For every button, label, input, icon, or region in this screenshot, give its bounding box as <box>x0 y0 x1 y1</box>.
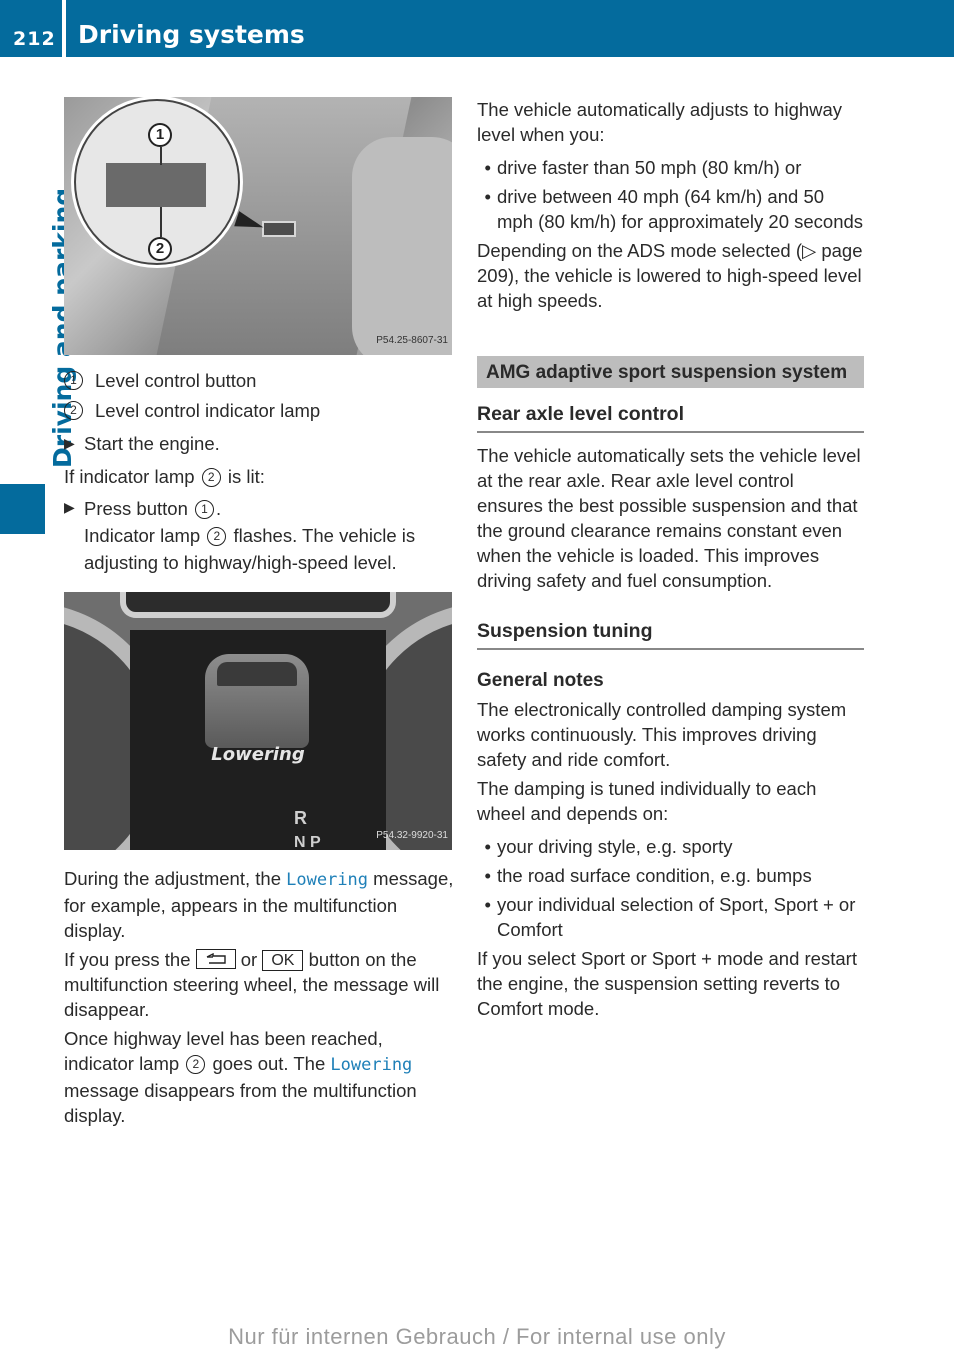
console-figure: 1 2 P54.25-8607-31 <box>64 97 452 355</box>
list-item-text: the road surface condition, e.g. bumps <box>497 865 812 886</box>
condition-text: If indicator lamp 2 is lit: <box>64 464 454 489</box>
list-item: • the road surface condition, e.g. bumps <box>477 863 864 888</box>
number-circle-icon: 1 <box>64 370 83 390</box>
ok-key: OK <box>262 950 304 971</box>
back-key-icon <box>195 949 236 969</box>
side-tab: Driving and parking <box>0 188 77 470</box>
bullet-icon: • <box>484 186 491 207</box>
display-message: Lowering <box>211 744 305 765</box>
section-title: Driving systems <box>78 20 305 49</box>
list-item-text: your driving style, e.g. sporty <box>497 836 733 857</box>
page-header: 212 Driving systems <box>0 0 954 57</box>
subsection-heading: Suspension tuning <box>477 619 864 650</box>
top-bezel <box>120 592 396 618</box>
instruction-step: ▶ Start the engine. <box>64 431 454 456</box>
paragraph: The electronically controlled damping sy… <box>477 699 847 770</box>
paragraph: The vehicle automatically sets the vehic… <box>477 445 861 591</box>
paragraph: The damping is tuned individually to eac… <box>477 778 817 824</box>
text: message disappears from the multifunctio… <box>64 1080 417 1126</box>
list-item: • your individual selection of Sport, Sp… <box>477 892 864 942</box>
number-circle-icon: 2 <box>64 400 83 420</box>
step-content: Press button 1. Indicator lamp 2 flashes… <box>84 495 454 576</box>
list-item: • drive between 40 mph (64 km/h) and 50 … <box>477 184 864 234</box>
list-item: • your driving style, e.g. sporty <box>477 834 864 859</box>
callout-2: 2 <box>148 237 172 261</box>
step-text: Press button <box>84 498 188 519</box>
gear-indicator-np: N P <box>294 834 321 850</box>
damping-factors-list: • your driving style, e.g. sporty • the … <box>477 834 864 942</box>
paragraph: If you select Sport or Sport + mode and … <box>477 948 857 1019</box>
figure-code: P54.25-8607-31 <box>376 335 448 346</box>
number-circle-icon: 2 <box>186 1055 206 1074</box>
result-text: Indicator lamp <box>84 525 201 546</box>
page-number: 212 <box>13 28 56 50</box>
step-punct: . <box>216 498 222 519</box>
bullet-icon: • <box>484 865 491 886</box>
step-arrow-icon: ▶ <box>64 435 75 451</box>
step-text: Start the engine. <box>84 433 220 454</box>
legend-item: 1 Level control button <box>64 365 454 395</box>
callout-1: 1 <box>148 123 172 147</box>
display-message-ref: Lowering <box>330 1055 413 1075</box>
right-column: The vehicle automatically adjusts to hig… <box>477 97 864 1021</box>
condition-before: If indicator lamp <box>64 466 195 487</box>
text: goes out. The <box>212 1053 326 1074</box>
section-heading: AMG adaptive sport suspension system <box>477 356 864 388</box>
legend-text: Level control button <box>95 369 257 391</box>
list-item: • drive faster than 50 mph (80 km/h) or <box>477 155 864 180</box>
bullet-icon: • <box>484 157 491 178</box>
display-figure: Lowering R N P P54.32-9920-31 <box>64 592 452 850</box>
instruction-step: ▶ Press button 1. Indicator lamp 2 flash… <box>64 495 454 576</box>
callout-line-1 <box>160 147 162 165</box>
magnifier-inset: 1 2 <box>74 99 240 265</box>
level-control-switch <box>262 221 296 237</box>
left-column: 1 2 P54.25-8607-31 1 Level control butto… <box>64 97 454 1128</box>
header-divider <box>62 0 66 57</box>
number-circle-icon: 1 <box>195 500 215 519</box>
paragraph: During the adjustment, the Lowering mess… <box>64 866 454 943</box>
side-tab-marker <box>0 484 45 534</box>
speed-conditions-list: • drive faster than 50 mph (80 km/h) or … <box>477 155 864 234</box>
ads-paragraph: Depending on the ADS mode selected (▷ pa… <box>477 240 863 311</box>
rear-window <box>217 662 297 686</box>
text: During the adjustment, the <box>64 868 281 889</box>
display-message-ref: Lowering <box>286 870 369 890</box>
legend-text: Level control indicator lamp <box>95 399 321 421</box>
figure-code: P54.32-9920-31 <box>376 830 448 841</box>
callout-line-2 <box>160 207 162 237</box>
paragraph: Once highway level has been reached, ind… <box>64 1026 454 1128</box>
step-arrow-icon: ▶ <box>64 499 75 515</box>
vehicle-rear-icon <box>205 654 309 748</box>
watermark: Nur für internen Gebrauch / For internal… <box>228 1324 726 1349</box>
list-item-text: drive faster than 50 mph (80 km/h) or <box>497 157 802 178</box>
sub-subheading: General notes <box>477 670 604 691</box>
figure-legend: 1 Level control button 2 Level control i… <box>64 365 454 425</box>
level-button-panel <box>106 163 206 207</box>
subsection-heading: Rear axle level control <box>477 402 864 433</box>
text: or <box>240 949 258 970</box>
gear-indicator-r: R <box>294 808 307 828</box>
multifunction-display: Lowering R N P <box>130 630 386 850</box>
number-circle-icon: 2 <box>207 527 227 546</box>
bullet-icon: • <box>484 894 491 915</box>
text: If you press the <box>64 949 191 970</box>
list-item-text: drive between 40 mph (64 km/h) and 50 mp… <box>497 186 864 232</box>
list-item-text: your individual selection of Sport, Spor… <box>497 894 856 940</box>
legend-item: 2 Level control indicator lamp <box>64 395 454 425</box>
bullet-icon: • <box>484 836 491 857</box>
seat <box>352 137 452 355</box>
condition-after: is lit: <box>227 466 265 487</box>
paragraph: If you press the or OK button on the mul… <box>64 947 454 1022</box>
intro-text: The vehicle automatically adjusts to hig… <box>477 99 843 145</box>
number-circle-icon: 2 <box>201 468 221 487</box>
